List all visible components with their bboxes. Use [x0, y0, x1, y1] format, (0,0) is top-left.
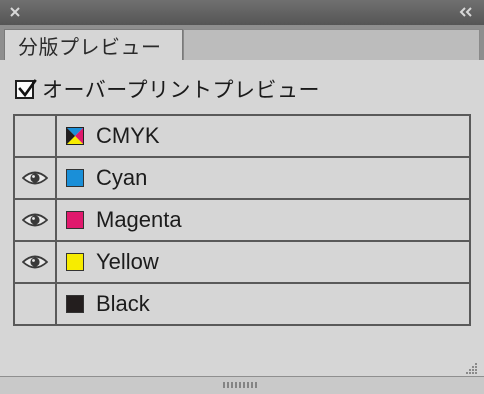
separations-list: CMYK Cyan Magenta Yellow Black [13, 114, 471, 326]
separation-name: CMYK [96, 123, 160, 148]
overprint-preview-checkbox[interactable] [15, 78, 37, 99]
eye-icon [22, 255, 48, 269]
separation-name-cell: Magenta [57, 200, 469, 240]
double-chevron-left-icon[interactable] [458, 6, 474, 18]
resize-grip-icon[interactable] [464, 362, 478, 374]
separation-name-cell: CMYK [57, 116, 469, 156]
tab-label: 分版プレビュー [18, 34, 162, 59]
eye-icon [22, 171, 48, 185]
separation-name-cell: Black [57, 284, 469, 324]
visibility-toggle[interactable] [15, 242, 57, 282]
ink-color-swatch [66, 211, 84, 229]
separation-name: Yellow [96, 249, 159, 274]
separation-name-cell: Cyan [57, 158, 469, 198]
separation-row-cyan[interactable]: Cyan [15, 158, 469, 200]
overprint-preview-label: オーバープリントプレビュー [42, 78, 321, 102]
separation-name: Black [96, 291, 150, 316]
visibility-toggle[interactable] [15, 158, 57, 198]
ink-color-swatch [66, 169, 84, 187]
panel-bottom-bar [0, 376, 484, 394]
visibility-toggle[interactable] [15, 116, 57, 156]
close-icon[interactable] [8, 5, 22, 19]
ink-color-swatch [66, 295, 84, 313]
separation-name: Cyan [96, 165, 148, 190]
separation-name-cell: Yellow [57, 242, 469, 282]
separation-row-yellow[interactable]: Yellow [15, 242, 469, 284]
tab-strip-empty-area [183, 29, 480, 60]
separation-row-magenta[interactable]: Magenta [15, 200, 469, 242]
separation-row-cmyk[interactable]: CMYK [15, 116, 469, 158]
panel-titlebar [0, 0, 484, 25]
visibility-toggle[interactable] [15, 284, 57, 324]
visibility-toggle[interactable] [15, 200, 57, 240]
panel-tab-strip: 分版プレビュー [0, 25, 484, 60]
checkmark-icon [18, 78, 37, 97]
overprint-preview-toggle[interactable]: オーバープリントプレビュー [15, 76, 320, 102]
separation-name: Magenta [96, 207, 182, 232]
drag-handle-icon[interactable] [222, 382, 260, 388]
cmyk-composite-swatch-icon [66, 127, 84, 145]
eye-icon [22, 213, 48, 227]
ink-color-swatch [66, 253, 84, 271]
tab-separations-preview[interactable]: 分版プレビュー [4, 29, 183, 60]
separation-row-black[interactable]: Black [15, 284, 469, 324]
